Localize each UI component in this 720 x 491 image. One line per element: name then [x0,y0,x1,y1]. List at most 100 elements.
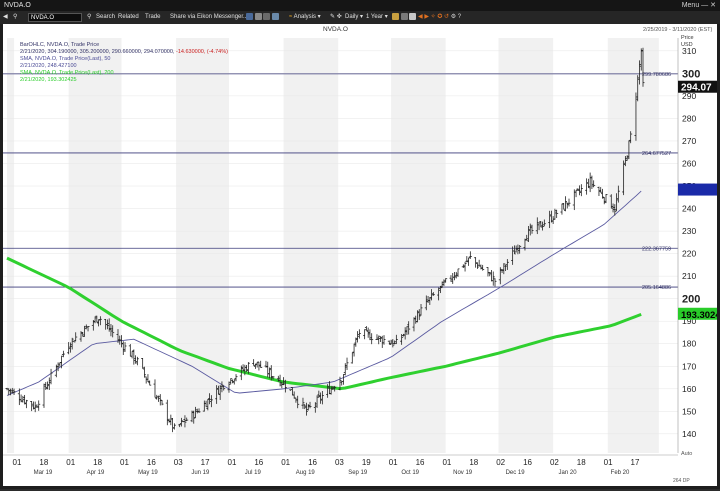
analysis-icon: ≈ [289,14,293,20]
month-band [68,38,122,453]
x-tick-label: 01 [66,458,75,467]
chart-window: NVDA.O Menu — ✕ ◀ ⚲ NVDA.O ⚲ Search Rela… [0,0,720,489]
axis-auto-label[interactable]: Auto [681,451,692,457]
analysis-label: Analysis [293,14,316,20]
x-tick-label: 03 [335,458,344,467]
crosshair-icon[interactable]: ✜ [337,14,342,20]
level-label: 264.677527 [642,151,671,157]
y-tick-label: 200 [682,294,700,306]
minimize-icon[interactable]: — [701,2,708,9]
y-tick-label: 240 [682,204,696,214]
x-tick-label: 18 [577,458,586,467]
x-month-label: Jan 20 [559,470,578,476]
level-label: 222.367759 [642,246,671,252]
back-icon[interactable]: ◀ [3,11,8,24]
x-tick-label: 17 [631,458,640,467]
month-band [283,38,339,453]
y-tick-label: 270 [682,136,696,146]
x-tick-label: 01 [389,458,398,467]
copy-icon[interactable] [254,12,262,20]
ticker-input[interactable]: NVDA.O [28,13,82,22]
settings-icon[interactable]: ⚙ [451,14,456,20]
last-price-label: 294.07 [681,83,712,94]
analysis-menu[interactable]: ≈ Analysis ▾ [289,11,321,24]
pan-icon[interactable]: ✪ [437,14,442,20]
title-bar: NVDA.O Menu — ✕ [0,0,720,11]
x-month-label: Aug 19 [296,470,316,476]
trade-button[interactable]: Trade [145,11,160,24]
toolbar-icons [246,11,280,24]
legend-entry: 2/21/2020, 193.302425 [20,77,77,83]
print-icon[interactable] [272,12,280,20]
x-month-label: Jun 19 [191,470,210,476]
chart-type-icon[interactable] [392,12,399,20]
x-month-label: Feb 20 [611,470,630,476]
legend-entry: SMA, NVDA.O, Trade Price(Last), 200 [20,70,114,76]
chart-area: 299.780686 264.677527 222.367759 205.164886… [3,24,720,486]
legend-entry: BarOHLC, NVDA.O, Trade Price [20,42,99,48]
x-tick-label: 02 [550,458,559,467]
sma200-last-label: 193.3024 [681,310,717,321]
period-select[interactable]: 1 Year ▾ [366,11,388,24]
price-axis[interactable]: 1401501601701801902002102202302402502602… [677,24,720,464]
y-tick-label: 230 [682,226,696,236]
zoom-icon[interactable]: ✧ [431,14,436,20]
related-button[interactable]: Related [118,11,139,24]
x-month-label: Dec 19 [506,470,526,476]
price-chart[interactable]: 299.780686 264.677527 222.367759 205.164886… [3,24,720,486]
y-tick-label: 180 [682,339,696,349]
x-tick-label: 17 [201,458,210,467]
date-range-label: 2/25/2019 - 3/11/2020 (EST) [643,27,712,33]
date-axis[interactable]: 01 18 01 18 01 16 03 17 01 16 01 16 03 19 01 16 01 18 02 16… [3,454,678,476]
undo-icon[interactable] [263,12,271,20]
refresh-icon[interactable] [246,12,253,20]
scroll-left-icon[interactable]: ◀ [418,14,423,20]
grid-icon[interactable] [409,12,417,20]
x-tick-label: 16 [147,458,156,467]
price-axis-unit: USD [681,42,693,48]
window-controls: Menu — ✕ [682,0,716,11]
right-toolbar-icons: ◀ ▶ ✧ ✪ ↺ ⚙ ? [392,11,461,24]
toolbar: ◀ ⚲ NVDA.O ⚲ Search Related Trade Share … [0,11,720,24]
legend-entry: 2/21/2020, 248.427100 [20,63,77,69]
footer-label: 264 DP [673,478,690,484]
x-tick-label: 18 [39,458,48,467]
interval-select[interactable]: Daily ▾ [345,11,363,24]
cursor-icon[interactable]: ✎ [330,14,335,20]
sma50-last-box [678,183,717,196]
level-label: 299.780686 [642,72,671,78]
price-axis-title: Price [681,35,694,41]
reset-icon[interactable]: ↺ [444,14,449,20]
x-tick-label: 16 [308,458,317,467]
level-label: 205.164886 [642,285,671,291]
draw-icons: ✎ ✜ [330,11,342,24]
x-month-label: Mar 19 [34,470,53,476]
y-tick-label: 280 [682,113,696,123]
x-month-label: May 19 [138,470,158,476]
help-icon[interactable]: ? [458,14,461,20]
period-label: 1 Year [366,14,384,20]
window-menu-button[interactable]: Menu [682,2,700,9]
layout-icon[interactable] [400,12,408,20]
x-tick-label: 01 [120,458,129,467]
month-bands [7,38,659,453]
month-band [498,38,554,453]
x-month-label: Apr 19 [87,470,105,476]
x-tick-label: 18 [93,458,102,467]
y-tick-label: 210 [682,271,696,281]
y-tick-label: 220 [682,249,696,259]
legend-entry: 2/21/2020, 304.190000, 305.200000, 290.6… [20,49,228,55]
search-icon[interactable]: ⚲ [13,11,17,24]
search-button[interactable]: Search [96,11,115,24]
search-glass-icon: ⚲ [87,14,92,20]
y-tick-label: 150 [682,406,696,416]
x-tick-label: 01 [228,458,237,467]
x-tick-label: 18 [469,458,478,467]
x-month-label: Jul 19 [245,470,262,476]
x-month-label: Oct 19 [401,470,419,476]
share-button[interactable]: Share via Eikon Messenger... [170,11,248,24]
close-icon[interactable]: ✕ [710,2,716,9]
scroll-right-icon[interactable]: ▶ [424,14,429,20]
interval-label: Daily [345,14,359,20]
x-tick-label: 16 [254,458,263,467]
